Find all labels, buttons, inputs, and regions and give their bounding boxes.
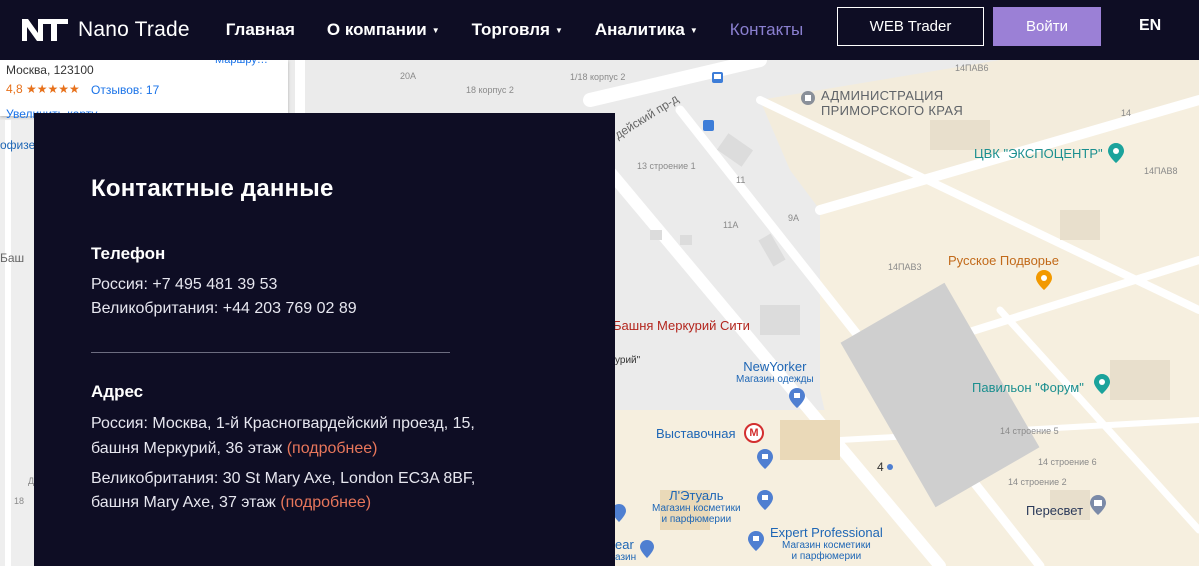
map-label: 9А	[788, 213, 800, 223]
brand-name: Nano Trade	[78, 18, 190, 41]
map-place-card: Маршру… Москва, 123100 4,8 ★★★★★ Отзывов…	[0, 54, 288, 121]
map-poi-newyorker[interactable]: NewYorker Магазин одежды	[736, 359, 814, 385]
map-label: 14 строение 6	[1038, 457, 1097, 467]
logo-mark-icon	[22, 19, 68, 41]
map-label: 4	[877, 460, 884, 474]
map-label: урий"	[615, 355, 641, 366]
phone-uk[interactable]: Великобритания: +44 203 769 02 89	[91, 300, 357, 318]
map-poi-peresvet[interactable]: Пересвет	[1026, 503, 1083, 518]
chevron-down-icon: ▼	[431, 25, 440, 35]
logo[interactable]: Nano Trade	[22, 18, 190, 42]
map-label: 14 строение 2	[1008, 477, 1067, 487]
web-trader-button[interactable]: WEB Trader	[837, 7, 984, 46]
restaurant-pin-icon[interactable]	[1036, 270, 1052, 290]
map-label: офизе	[0, 138, 36, 152]
map-poi-admin[interactable]: АДМИНИСТРАЦИЯ ПРИМОРСКОГО КРАЯ	[821, 88, 963, 118]
wheelchair-icon	[703, 120, 714, 131]
shopping-pin-icon[interactable]	[789, 388, 805, 408]
contacts-title: Контактные данные	[91, 175, 334, 202]
map-poi-pavilion[interactable]: Павильон "Форум"	[972, 380, 1084, 395]
map-label: Баш	[0, 251, 25, 265]
bus-stop-icon	[712, 72, 723, 83]
map-label: 1/18 корпус 2	[570, 72, 626, 82]
map-poi-russkoe[interactable]: Русское Подворье	[948, 253, 1059, 268]
main-nav: Главная О компании ▼ Торговля ▼ Аналитик…	[226, 20, 835, 40]
map-label: азин	[615, 552, 637, 563]
map-label: 14ПАВ8	[1144, 166, 1178, 176]
address-uk-line1: Великобритания: 30 St Mary Axe, London E…	[91, 470, 476, 487]
map-label: 11А	[723, 220, 739, 230]
map-poi-mercury[interactable]: Башня Меркурий Сити	[613, 318, 750, 333]
reviews-link[interactable]: Отзывов: 17	[91, 83, 159, 97]
address-russia-line1: Россия: Москва, 1-й Красногвардейский пр…	[91, 415, 475, 432]
landmark-pin-icon[interactable]	[800, 90, 816, 108]
shopping-pin-icon[interactable]	[757, 490, 773, 510]
metro-icon[interactable]: М	[744, 423, 764, 443]
phone-section-title: Телефон	[91, 244, 166, 263]
divider	[91, 352, 450, 353]
nav-item-about[interactable]: О компании ▼	[327, 20, 440, 40]
chevron-down-icon: ▼	[689, 25, 698, 35]
map-label: 14	[1121, 108, 1132, 118]
phone-russia[interactable]: Россия: +7 495 481 39 53	[91, 276, 277, 294]
map-label: 14ПАВ3	[888, 262, 922, 272]
attraction-pin-icon[interactable]	[1108, 143, 1124, 163]
address-russia-tower: башня Меркурий, 36 этаж	[91, 440, 283, 457]
nav-item-trading[interactable]: Торговля ▼	[472, 20, 563, 40]
site-header: Nano Trade Главная О компании ▼ Торговля…	[0, 0, 1199, 60]
contacts-panel: Контактные данные Телефон Россия: +7 495…	[34, 113, 615, 566]
shopping-pin-icon[interactable]	[757, 449, 773, 469]
map-label: 14ПАВ6	[955, 63, 989, 73]
map-label: 11	[736, 175, 746, 185]
nav-item-contacts[interactable]: Контакты	[730, 20, 803, 40]
map-poi-etual[interactable]: Л'Этуаль Магазин косметики и парфюмерии	[652, 488, 741, 525]
nav-item-analytics[interactable]: Аналитика ▼	[595, 20, 698, 40]
login-button[interactable]: Войти	[993, 7, 1101, 46]
chevron-down-icon: ▼	[554, 25, 563, 35]
metro-station-label[interactable]: Выставочная	[656, 426, 735, 441]
address-uk-line2: башня Mary Axe, 37 этаж (подробнее)	[91, 494, 371, 512]
address-section-title: Адрес	[91, 382, 144, 401]
map-poi-expert[interactable]: Expert Professional Магазин косметики и …	[770, 525, 883, 562]
shopping-pin-icon[interactable]	[640, 540, 654, 558]
map-label: ear	[615, 537, 634, 552]
more-link-uk[interactable]: (подробнее)	[280, 494, 371, 511]
address-uk-tower: башня Mary Axe, 37 этаж	[91, 494, 276, 511]
place-address: Москва, 123100	[6, 63, 94, 77]
map-label: 18 корпус 2	[466, 85, 514, 95]
map-label: 20А	[400, 71, 417, 81]
more-link-russia[interactable]: (подробнее)	[287, 440, 378, 457]
map-poi-cvk[interactable]: ЦВК "ЭКСПОЦЕНТР"	[974, 146, 1103, 161]
address-russia-line2: башня Меркурий, 36 этаж (подробнее)	[91, 440, 378, 458]
map-label: 18	[14, 496, 25, 506]
shopping-pin-icon[interactable]	[748, 531, 764, 551]
place-rating: 4,8 ★★★★★	[6, 82, 80, 96]
attraction-pin-icon[interactable]	[1094, 374, 1110, 394]
map-label: 13 строение 1	[637, 161, 696, 171]
map-label: 14 строение 5	[1000, 426, 1059, 436]
building-dot-icon	[887, 464, 893, 470]
nav-item-home[interactable]: Главная	[226, 20, 295, 40]
language-switch[interactable]: EN	[1139, 17, 1161, 35]
post-office-pin-icon[interactable]	[1090, 495, 1106, 515]
